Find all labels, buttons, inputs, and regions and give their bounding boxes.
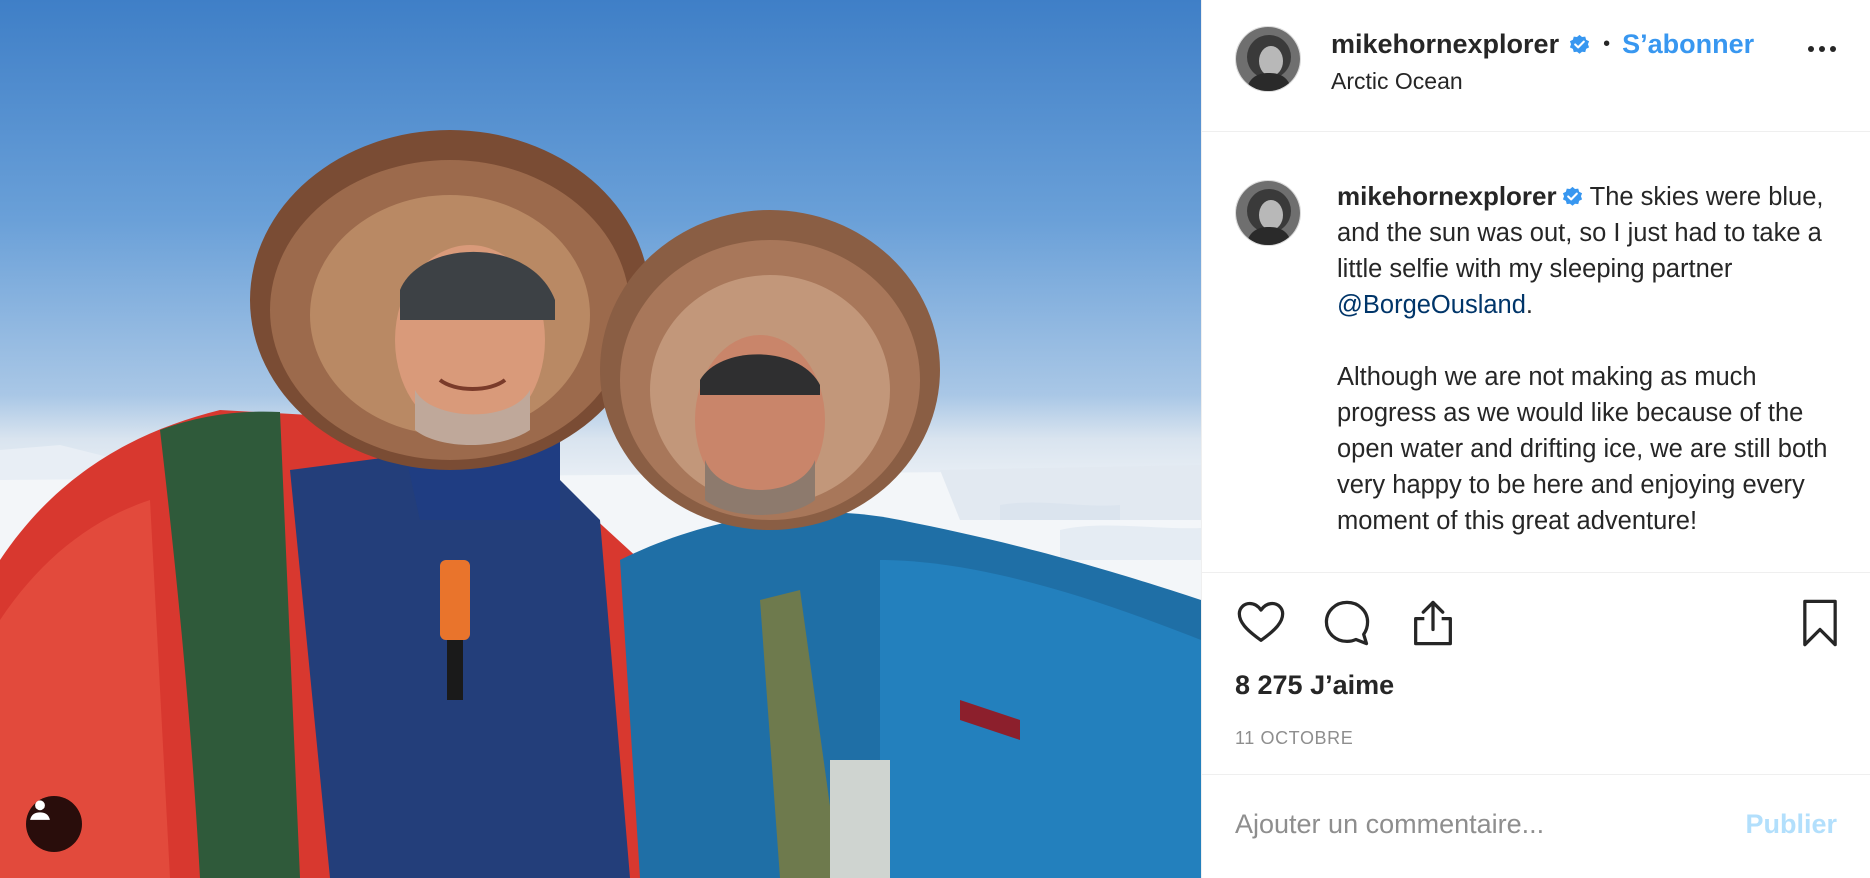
avatar-image (1236, 181, 1300, 245)
caption-period: . (1525, 291, 1534, 319)
caption-paragraph-2: Although we are not making as much progr… (1337, 363, 1828, 535)
bookmark-icon[interactable] (1794, 597, 1846, 649)
follow-button[interactable]: S’abonner (1622, 29, 1754, 60)
post-container: mikehornexplorer • S’abonner Arctic Ocea… (0, 0, 1870, 878)
comment-icon[interactable] (1321, 597, 1373, 649)
heart-icon[interactable] (1235, 597, 1287, 649)
add-comment-form: Publier (1202, 774, 1870, 874)
more-options-icon[interactable] (1808, 46, 1836, 52)
author-username[interactable]: mikehornexplorer (1331, 29, 1559, 60)
post-date: 11 OCTOBRE (1235, 728, 1354, 748)
photo-illustration (0, 130, 1201, 878)
post-sidebar: mikehornexplorer • S’abonner Arctic Ocea… (1201, 0, 1870, 878)
comment-input[interactable] (1235, 809, 1726, 840)
likes-count[interactable]: 8 275 J’aime (1202, 670, 1870, 720)
post-photo[interactable] (0, 0, 1201, 878)
publish-button[interactable]: Publier (1745, 809, 1837, 840)
post-caption: mikehornexplorer The skies were blue, an… (1337, 178, 1840, 572)
mention-link[interactable]: @BorgeOusland (1337, 291, 1526, 319)
avatar-image (1236, 27, 1300, 91)
post-header: mikehornexplorer • S’abonner Arctic Ocea… (1202, 0, 1870, 132)
user-tag-icon (30, 800, 50, 820)
header-meta: mikehornexplorer • S’abonner Arctic Ocea… (1331, 29, 1754, 95)
caption-author-avatar[interactable] (1235, 180, 1301, 246)
author-avatar[interactable] (1235, 26, 1301, 92)
caption-username[interactable]: mikehornexplorer (1337, 181, 1557, 211)
verified-badge-icon (1562, 186, 1582, 206)
comments-section: mikehornexplorer The skies were blue, an… (1202, 132, 1870, 572)
share-icon[interactable] (1407, 597, 1459, 649)
post-location[interactable]: Arctic Ocean (1331, 68, 1754, 95)
action-bar (1202, 572, 1870, 666)
header-row: mikehornexplorer • S’abonner (1331, 29, 1754, 60)
user-tag-button[interactable] (26, 796, 82, 852)
separator-dot: • (1603, 33, 1611, 55)
verified-badge-icon (1569, 34, 1590, 54)
